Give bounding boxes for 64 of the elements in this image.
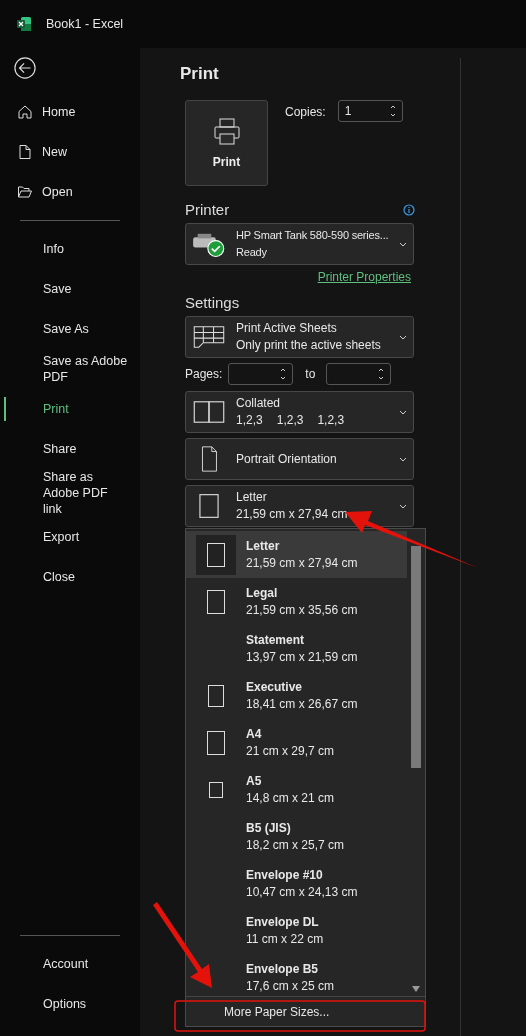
page-to-spinner[interactable] (326, 363, 392, 385)
paper-size-option[interactable]: Envelope B5 17,6 cm x 25 cm (186, 954, 407, 996)
sidebar-item[interactable]: Save (0, 269, 140, 309)
paper-size-option[interactable]: A5 14,8 cm x 21 cm (186, 766, 407, 813)
sidebar-item[interactable]: Print (0, 389, 140, 429)
paper-icon (207, 589, 225, 614)
paper-size-option[interactable]: B5 (JIS) 18,2 cm x 25,7 cm (186, 813, 407, 860)
chevron-down-icon (399, 334, 407, 340)
paper-icon (207, 730, 225, 755)
spin-arrows-icon (280, 367, 287, 381)
sidebar-item[interactable]: Share (0, 429, 140, 469)
document-icon (17, 144, 33, 160)
spin-arrows-icon (378, 367, 385, 381)
copies-spinner[interactable]: 1 (337, 100, 403, 122)
scroll-down-icon[interactable] (412, 986, 420, 992)
to-label: to (305, 367, 316, 381)
print-button[interactable]: Print (185, 100, 268, 186)
sidebar-item[interactable]: Home (0, 92, 140, 132)
sidebar-item[interactable]: Open (0, 172, 140, 212)
sidebar-item[interactable]: Info (0, 229, 140, 269)
sidebar-item[interactable]: Save as Adobe PDF (0, 349, 140, 389)
printer-dropdown[interactable]: HP Smart Tank 580-590 series... Ready (185, 223, 414, 265)
settings-dropdown[interactable]: Collated 1,2,3 1,2,3 1,2,3 (185, 391, 414, 433)
paper-size-option[interactable]: Executive 18,41 cm x 26,67 cm (186, 672, 407, 719)
paper-size-option[interactable]: A4 21 cm x 29,7 cm (186, 719, 407, 766)
info-icon[interactable] (403, 203, 415, 216)
pages-label: Pages: (185, 367, 223, 381)
chevron-down-icon (399, 409, 407, 415)
printer-icon (211, 117, 242, 147)
section-heading: Settings (185, 294, 241, 311)
more-paper-sizes-item[interactable]: More Paper Sizes... (186, 996, 425, 1026)
window-title: Book1 - Excel (46, 17, 124, 31)
sidebar-item[interactable]: Save As (0, 309, 140, 349)
paper-size-option[interactable]: Statement 13,97 cm x 21,59 cm (186, 625, 407, 672)
printer-properties-link[interactable]: Printer Properties (317, 270, 411, 284)
paper-size-option[interactable]: Envelope DL 11 cm x 22 cm (186, 907, 407, 954)
sidebar-item[interactable]: Close (0, 557, 140, 597)
chevron-down-icon (399, 503, 407, 509)
paper-size-option[interactable]: Letter 21,59 cm x 27,94 cm (186, 531, 407, 578)
page-title: Print (180, 64, 220, 85)
sidebar-item[interactable]: Export (0, 517, 140, 557)
sidebar-item[interactable]: New (0, 132, 140, 172)
settings-dropdown[interactable]: Letter 21,59 cm x 27,94 cm (185, 485, 414, 527)
chevron-down-icon (399, 241, 407, 247)
settings-dropdown[interactable]: Portrait Orientation (185, 438, 414, 480)
paper-icon (208, 684, 224, 707)
grid-sheet-icon (192, 323, 226, 351)
paper-icon (207, 542, 225, 567)
sidebar-item[interactable]: Options (0, 984, 140, 1024)
chevron-down-icon (399, 456, 407, 462)
sidebar-item[interactable]: Share as Adobe PDF link (0, 469, 140, 517)
page-from-spinner[interactable] (228, 363, 294, 385)
folder-icon (17, 184, 33, 200)
spin-arrows-icon (389, 104, 396, 118)
section-heading: Printer (185, 201, 230, 218)
settings-dropdown[interactable]: Print Active Sheets Only print the active sheets (185, 316, 414, 358)
paper-icon (209, 781, 223, 798)
paper-size-option[interactable]: Envelope #10 10,47 cm x 24,13 cm (186, 860, 407, 907)
copies-label: Copies: (285, 105, 326, 119)
home-icon (17, 104, 33, 120)
excel-logo-icon (16, 16, 32, 32)
collated-pages-icon (192, 398, 226, 426)
paper-size-option[interactable]: Legal 21,59 cm x 35,56 cm (186, 578, 407, 625)
sidebar-item[interactable]: Account (0, 944, 140, 984)
